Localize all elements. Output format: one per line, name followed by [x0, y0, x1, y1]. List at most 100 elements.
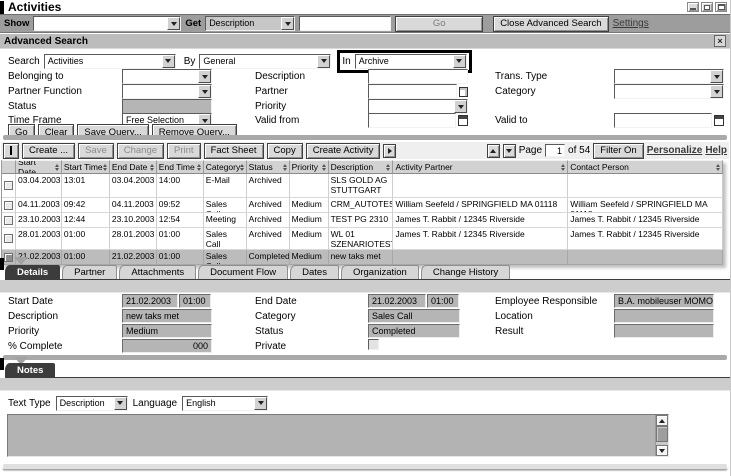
tab-partner[interactable]: Partner [62, 265, 117, 279]
detail-priority-value[interactable]: Medium [122, 324, 212, 338]
table-button-fact-sheet[interactable]: Fact Sheet [204, 143, 264, 159]
sort-icon[interactable] [150, 164, 154, 171]
row-selector[interactable] [2, 174, 16, 198]
close-icon[interactable]: × [714, 35, 726, 47]
chevron-down-icon[interactable] [198, 70, 211, 83]
sort-icon[interactable] [240, 164, 244, 171]
column-header-start-time[interactable]: Start Time [62, 160, 110, 174]
more-buttons-arrow[interactable] [383, 144, 396, 158]
text-type-select[interactable]: Description [56, 396, 128, 411]
tab-dates[interactable]: Dates [290, 265, 339, 279]
private-checkbox[interactable] [368, 339, 379, 350]
show-select[interactable] [33, 16, 181, 31]
belonging-to-select[interactable] [122, 69, 212, 84]
tab-organization[interactable]: Organization [341, 265, 419, 279]
calendar-icon[interactable] [714, 115, 724, 126]
sort-icon[interactable] [283, 164, 287, 171]
chevron-down-icon[interactable] [710, 70, 723, 83]
sort-icon[interactable] [716, 164, 720, 171]
horizontal-scrollbar[interactable] [2, 463, 728, 470]
chevron-down-icon[interactable] [281, 17, 294, 30]
sort-icon[interactable] [561, 164, 565, 171]
column-header-start-date[interactable]: Start Date [16, 160, 62, 174]
description-input[interactable] [368, 69, 468, 84]
partner-function-select[interactable] [122, 84, 212, 99]
table-button-create-activity[interactable]: Create Activity [306, 143, 381, 159]
value-help-icon[interactable] [459, 87, 468, 97]
tab-change-history[interactable]: Change History [421, 265, 510, 279]
end-time-value[interactable]: 01:00 [427, 294, 459, 308]
partner-input[interactable] [368, 84, 457, 99]
scroll-down-icon[interactable] [656, 445, 668, 456]
trans-type-select[interactable] [614, 69, 724, 84]
column-header-activity-partner[interactable]: Activity Partner [393, 160, 568, 174]
table-row[interactable]: 04.11.200309:4204.11.200309:52Sales Call… [2, 198, 723, 213]
language-select[interactable]: English [182, 396, 268, 411]
maximize-icon[interactable] [715, 2, 727, 12]
valid-to-input[interactable] [614, 113, 712, 128]
column-header-end-time[interactable]: End Time [157, 160, 204, 174]
column-header-category[interactable]: Category [204, 160, 247, 174]
chevron-down-icon[interactable] [453, 55, 466, 68]
page-down-icon[interactable] [503, 144, 516, 158]
table-button-create[interactable]: Create ... [22, 143, 75, 159]
tab-document-flow[interactable]: Document Flow [198, 265, 288, 279]
detail-category-value[interactable]: Sales Call [368, 309, 460, 323]
chevron-down-icon[interactable] [454, 100, 467, 113]
page-up-icon[interactable] [487, 144, 500, 158]
location-value[interactable] [614, 309, 714, 323]
tab-notes[interactable]: Notes [5, 363, 55, 377]
filter-on-button[interactable]: Filter On [593, 143, 643, 159]
column-header-contact-person[interactable]: Contact Person [568, 160, 723, 174]
start-time-value[interactable]: 01:00 [179, 294, 211, 308]
table-row[interactable]: 03.04.200313:0103.04.200314:00E-MailArch… [2, 174, 723, 198]
start-date-value[interactable]: 21.02.2003 [122, 294, 178, 308]
notes-textarea[interactable] [7, 414, 669, 457]
chevron-down-icon[interactable] [254, 397, 267, 410]
calendar-icon[interactable] [458, 115, 468, 126]
restore-icon[interactable] [701, 2, 713, 12]
table-row[interactable]: 23.10.200312:4423.10.200312:54MeetingArc… [2, 213, 723, 228]
chevron-down-icon[interactable] [710, 85, 723, 98]
minimize-icon[interactable] [687, 2, 699, 12]
priority-select[interactable] [368, 99, 468, 114]
tab-details[interactable]: Details [5, 265, 60, 279]
column-header-end-date[interactable]: End Date [110, 160, 157, 174]
quick-search-input[interactable] [299, 16, 391, 31]
settings-link[interactable]: Settings [613, 18, 649, 29]
detail-status-value[interactable]: Completed [368, 324, 460, 338]
tab-attachments[interactable]: Attachments [119, 265, 196, 279]
scrollbar-thumb[interactable] [656, 426, 668, 442]
in-select[interactable]: Archive [355, 54, 467, 69]
page-number-input[interactable] [545, 144, 565, 157]
category-select[interactable] [614, 84, 724, 99]
employee-responsible-value[interactable]: B.A. mobileuser MOMO [614, 294, 714, 308]
column-header-status[interactable]: Status [247, 160, 290, 174]
chevron-down-icon[interactable] [114, 397, 127, 410]
detail-description-value[interactable]: new taks met [122, 309, 212, 323]
chevron-down-icon[interactable] [317, 55, 330, 68]
get-select[interactable]: Description [205, 16, 295, 31]
sort-icon[interactable] [386, 164, 390, 171]
sort-icon[interactable] [322, 164, 326, 171]
column-header-description[interactable]: Description [329, 160, 394, 174]
by-select[interactable]: General [199, 54, 331, 69]
close-advanced-search-button[interactable]: Close Advanced Search [493, 16, 608, 32]
chevron-down-icon[interactable] [167, 17, 180, 30]
chevron-down-icon[interactable] [198, 85, 211, 98]
table-row[interactable]: 21.02.200301:0021.02.200301:00Sales Call… [2, 250, 723, 265]
table-menu-button[interactable] [3, 143, 19, 159]
table-row[interactable]: 28.01.200301:0028.01.200301:00Sales Call… [2, 228, 723, 250]
search-select[interactable]: Activities [44, 54, 176, 69]
notes-scrollbar[interactable] [655, 415, 668, 456]
table-button-copy[interactable]: Copy [267, 143, 303, 159]
chevron-down-icon[interactable] [162, 55, 175, 68]
go-button[interactable]: Go [395, 16, 483, 32]
scroll-up-icon[interactable] [656, 415, 668, 426]
sort-icon[interactable] [103, 164, 107, 171]
sort-icon[interactable] [197, 164, 201, 171]
sort-icon[interactable] [55, 164, 59, 171]
row-selector[interactable] [2, 198, 16, 213]
result-value[interactable] [614, 324, 714, 338]
end-date-value[interactable]: 21.02.2003 [368, 294, 426, 308]
